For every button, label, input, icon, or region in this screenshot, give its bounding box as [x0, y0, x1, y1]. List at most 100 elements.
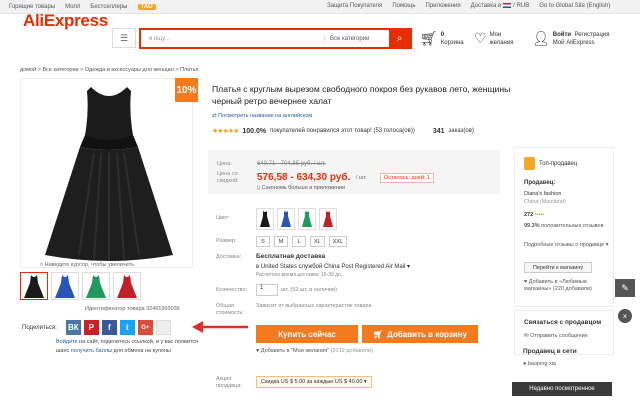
size-option[interactable]: M [274, 236, 288, 247]
dress-swatch-image [281, 211, 291, 227]
more-share-button[interactable] [155, 320, 171, 335]
thumbnail[interactable] [20, 272, 48, 300]
color-swatch[interactable] [298, 208, 316, 230]
rating-text[interactable]: покупателей понравился этот товар! (53 г… [270, 128, 415, 134]
hamburger-icon: ☰ [119, 32, 129, 43]
total-label: Общая стоимость: [216, 303, 244, 316]
zoom-hint: ⌕ Наведите курсор, чтобы увеличить [40, 262, 134, 269]
product-id: Идентификатор товара 32461993036 [85, 306, 180, 312]
translate-label: Посмотреть название на английском [218, 113, 313, 119]
get-points-link[interactable]: получить баллы [71, 348, 112, 354]
bestsellers-link[interactable]: Бестселлеры [90, 4, 127, 10]
zoom-hint-text: Наведите курсор, чтобы увеличить [44, 262, 135, 268]
size-option[interactable]: XL [310, 236, 325, 247]
thumbnail[interactable] [113, 272, 141, 300]
signin-link[interactable]: Войти [553, 32, 571, 38]
dress-swatch-image [260, 211, 270, 227]
go-to-store-button[interactable]: Перейти к магазину [524, 262, 592, 273]
chat-icon: ✉ [524, 333, 529, 339]
quantity-input[interactable]: 1 [256, 284, 278, 296]
search-input[interactable]: я ищу... [141, 36, 324, 42]
product-title: Платья с круглым вырезом свободного покр… [212, 84, 511, 106]
cart-label: Корзина [440, 39, 464, 46]
google-plus-share-button[interactable]: G+ [137, 320, 153, 335]
breadcrumb[interactable]: домой > Все категории > Одежда и аксессу… [20, 67, 198, 73]
translate-title-link[interactable]: ⇄ Посмотреть название на английском [212, 113, 312, 119]
currency-label: / RUB [513, 3, 530, 10]
color-swatch[interactable] [277, 208, 295, 230]
heart-icon: ♡ [474, 30, 487, 46]
size-option[interactable]: S [256, 236, 270, 247]
facebook-share-button[interactable]: f [101, 320, 117, 335]
user-icon: 👤︎ [532, 30, 550, 46]
color-swatch[interactable] [256, 208, 274, 230]
search-button[interactable]: ⌕ [389, 30, 410, 47]
add-favorite-store-link[interactable]: ♥ Добавить в «Любимые магазины» (220 доб… [524, 279, 610, 293]
product-main-image[interactable] [20, 78, 193, 268]
dress-swatch-image [323, 211, 333, 227]
shipping-method[interactable]: в United States службой China Post Regis… [256, 263, 410, 270]
tao-badge[interactable]: TAO [137, 3, 156, 10]
seller-score: 272 ▪▪▪▪▪ [524, 212, 544, 218]
cart-link[interactable]: 🛒︎ 0 Корзина [420, 30, 464, 47]
cart-count: 0 [440, 31, 445, 38]
free-shipping: Бесплатная доставка [256, 253, 326, 260]
send-message-link[interactable]: ✉ Отправить сообщение [524, 333, 588, 339]
quantity-label: Количество: [216, 287, 248, 293]
thumbnail[interactable] [82, 272, 110, 300]
rating-row: ★★★★★ 100.0% покупателей понравился этот… [212, 127, 474, 136]
seller-promo-select[interactable]: Скидка US $ 5.00 за каждые US $ 40.00 ▾ [256, 376, 372, 388]
register-link[interactable]: Регистрация [574, 32, 609, 38]
seller-online-user[interactable]: ● baoping xia [523, 361, 556, 367]
pinterest-share-button[interactable]: P [83, 320, 99, 335]
dress-thumbnail-image [24, 275, 44, 298]
search-icon: ⌕ [396, 33, 403, 44]
categories-menu-button[interactable]: ☰ [112, 28, 136, 48]
black-dress-image [45, 87, 173, 261]
help-link[interactable]: Помощь [392, 3, 415, 9]
aliexpress-logo[interactable]: AliExpress [23, 11, 108, 31]
my-aliexpress-link[interactable]: Мой AliExpress [553, 40, 595, 46]
add-to-cart-label: Добавить в корзину [387, 329, 467, 339]
sale-price-label: Цена со скидкой: [217, 171, 239, 184]
shipping-via: United States службой China Post Registe… [260, 264, 406, 270]
color-swatch[interactable] [319, 208, 337, 230]
global-site-link[interactable]: Go to Global Site (English) [539, 3, 610, 9]
size-option[interactable]: L [292, 236, 306, 247]
thumbnail[interactable] [51, 272, 79, 300]
delivery-selector[interactable]: Доставка в / RUB [471, 3, 530, 10]
share-label: Поделиться: [22, 324, 57, 331]
top-seller-label: Топ-продавец [539, 160, 578, 167]
vk-share-button[interactable]: ВК [65, 320, 81, 335]
seller-heading: Продавец: [524, 180, 556, 186]
wishlist-link[interactable]: ♡ Мои желания [474, 30, 520, 47]
mall-link[interactable]: Молл [65, 4, 80, 10]
edit-icon[interactable]: ✎ [615, 279, 635, 297]
add-to-wishlist-link[interactable]: ♥ Добавить в "Мои желания" (2312 добавил… [256, 348, 373, 354]
signin-share-link[interactable]: Войдите [56, 339, 78, 345]
apps-link[interactable]: Приложения [426, 3, 461, 9]
size-option[interactable]: XXL [328, 236, 348, 247]
quantity-row: 1 шт. (52 шт. в наличии) [256, 284, 337, 296]
search-category-select[interactable]: Все категории [324, 35, 389, 42]
app-discount-link[interactable]: ▯ Сэкономь больше в приложении [257, 185, 345, 191]
red-arrow-annotation [192, 321, 248, 333]
account-menu[interactable]: 👤︎ Войти Регистрация Мой AliExpress [532, 30, 610, 47]
rating-percent: 100.0% [242, 127, 267, 135]
twitter-share-button[interactable]: t [119, 320, 135, 335]
seller-feedback-link[interactable]: Подробные отзывы о продавце ▾ [524, 242, 608, 248]
seller-country: China (Mainland) [524, 199, 566, 205]
buy-now-button[interactable]: Купить сейчас [256, 325, 358, 343]
promo-text: Скидка US $ 5.00 за каждые US $ 40.00 [261, 379, 363, 385]
share-row: Поделиться: ВК P f t G+ [22, 320, 171, 335]
close-icon[interactable]: × [618, 309, 632, 323]
seller-positive: 99.3% положительных отзывов [524, 223, 604, 229]
hot-deals-link[interactable]: Горящие товары [9, 4, 55, 10]
discount-badge: 10% [175, 78, 198, 102]
buyer-protection-link[interactable]: Защита Покупателя [327, 3, 382, 9]
recently-viewed-bar[interactable]: Недавно посмотренное [512, 382, 612, 396]
add-to-cart-button[interactable]: 🛒︎ Добавить в корзину [362, 325, 478, 343]
total-text: Зависит от выбранных характеристик товар… [256, 303, 372, 309]
shipping-label: Доставка: [216, 254, 242, 260]
seller-name[interactable]: Diana's fashion [524, 191, 561, 197]
